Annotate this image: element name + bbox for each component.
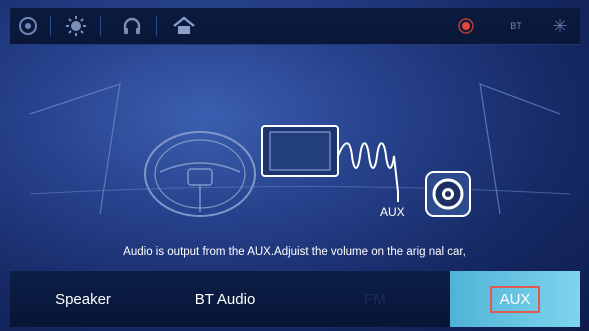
divider bbox=[100, 16, 101, 36]
headphones-icon[interactable] bbox=[118, 12, 146, 40]
aux-cable bbox=[337, 142, 399, 202]
tab-aux[interactable]: AUX bbox=[450, 271, 580, 327]
tab-speaker-label: Speaker bbox=[55, 290, 111, 308]
signal-text: BT bbox=[510, 21, 522, 31]
speaker-icon bbox=[425, 171, 471, 217]
audio-source-tabs: Speaker BT Audio FM AUX bbox=[10, 271, 580, 327]
aux-port-label: AUX bbox=[380, 205, 405, 219]
tab-aux-label: AUX bbox=[489, 285, 541, 313]
car-illustration bbox=[0, 44, 589, 244]
top-status-bar: BT ✳ bbox=[10, 8, 580, 45]
signal-icon: BT bbox=[502, 12, 530, 40]
camera-icon[interactable] bbox=[14, 12, 42, 40]
divider bbox=[50, 16, 51, 36]
record-icon[interactable] bbox=[452, 12, 480, 40]
steering-wheel-icon bbox=[144, 131, 256, 217]
tab-fm-label: FM bbox=[364, 290, 386, 308]
tab-bt-audio-label: BT Audio bbox=[194, 290, 256, 308]
head-unit-icon bbox=[261, 125, 339, 177]
brightness-icon[interactable] bbox=[62, 12, 90, 40]
aux-audio-screen: BT ✳ AUX Audio is output from the AUX.Ad… bbox=[0, 0, 589, 331]
tab-bt-audio[interactable]: BT Audio bbox=[170, 271, 280, 327]
home-icon[interactable] bbox=[170, 12, 198, 40]
snowflake-icon[interactable]: ✳ bbox=[546, 12, 574, 40]
divider bbox=[156, 16, 157, 36]
tab-fm[interactable]: FM bbox=[320, 271, 430, 327]
aux-info-message: Audio is output from the AUX.Adjuist the… bbox=[123, 246, 466, 258]
tab-speaker[interactable]: Speaker bbox=[28, 271, 138, 327]
